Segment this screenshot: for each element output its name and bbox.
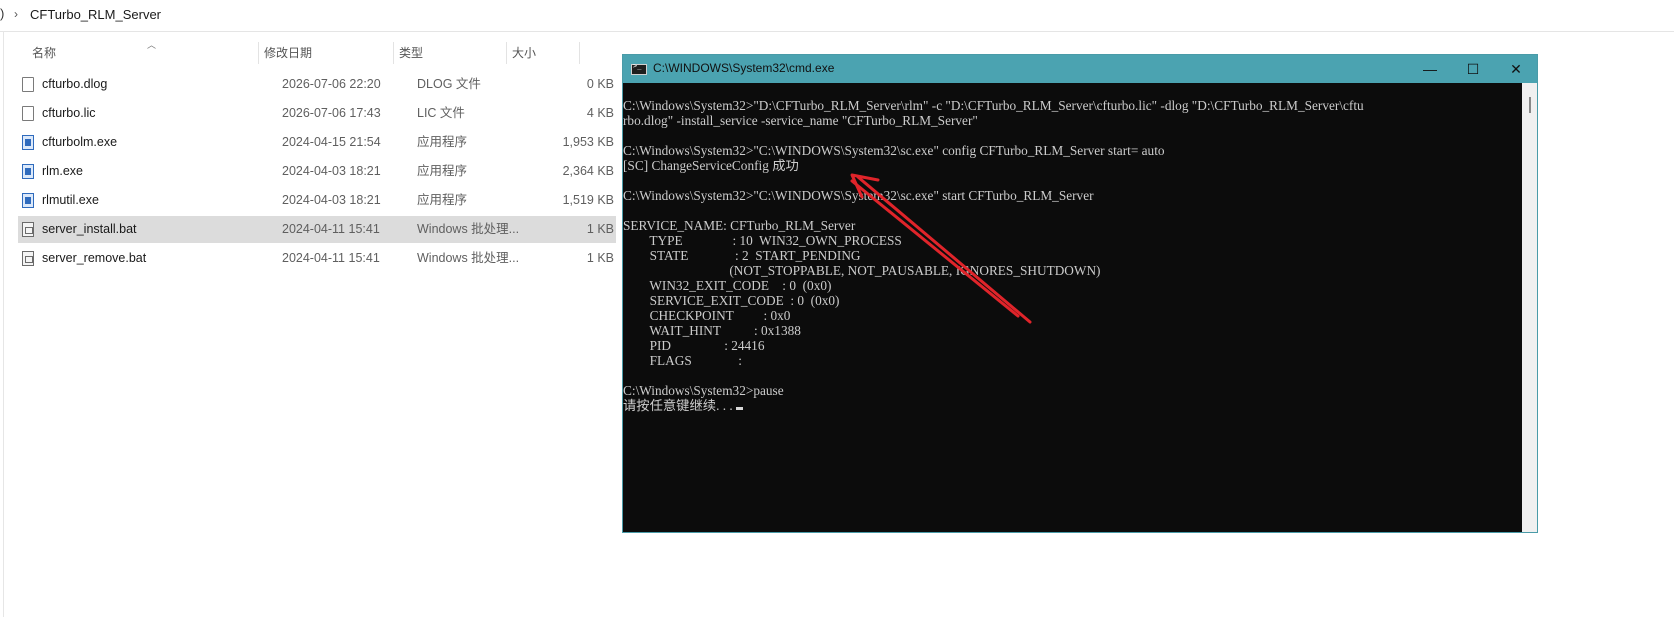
cmd-window-title: C:\WINDOWS\System32\cmd.exe	[653, 61, 835, 75]
file-size: 0 KB	[586, 77, 614, 91]
batch-icon	[22, 222, 34, 237]
console-line: C:\Windows\System32>pause	[623, 383, 784, 398]
minimize-icon[interactable]: —	[1415, 57, 1445, 81]
column-divider[interactable]	[579, 42, 580, 64]
file-name: cfturbo.lic	[42, 106, 96, 120]
console-line: PID : 24416	[623, 338, 765, 353]
console-output[interactable]: C:\Windows\System32>"D:\CFTurbo_RLM_Serv…	[623, 83, 1521, 532]
text-cursor	[735, 407, 743, 410]
file-row-selected[interactable]: server_install.bat 2024-04-11 15:41 Wind…	[18, 216, 616, 243]
cmd-window[interactable]: C:\WINDOWS\System32\cmd.exe — ☐ ✕ C:\Win…	[622, 54, 1538, 533]
breadcrumb-separator-icon: ›	[14, 7, 18, 21]
address-bar[interactable]: ) › CFTurbo_RLM_Server	[0, 0, 1674, 32]
file-name: server_remove.bat	[42, 251, 147, 265]
file-row[interactable]: cfturbolm.exe 2024-04-15 21:54 应用程序 1,95…	[18, 129, 616, 156]
document-icon	[22, 77, 34, 92]
file-type: DLOG 文件	[417, 77, 481, 91]
console-line: WIN32_EXIT_CODE : 0 (0x0)	[623, 278, 832, 293]
file-modified: 2024-04-03 18:21	[282, 193, 381, 207]
column-header-modified[interactable]: 修改日期	[264, 40, 392, 66]
close-icon[interactable]: ✕	[1501, 57, 1531, 81]
document-icon	[22, 106, 34, 121]
file-type: 应用程序	[417, 135, 468, 149]
file-modified: 2024-04-11 15:41	[282, 222, 380, 236]
file-size: 1,953 KB	[562, 135, 614, 149]
scrollbar[interactable]	[1522, 83, 1537, 532]
console-icon	[631, 62, 647, 75]
column-divider[interactable]	[393, 42, 394, 64]
column-header-name[interactable]: 名称	[32, 40, 257, 66]
file-modified: 2026-07-06 17:43	[282, 106, 381, 120]
console-line: C:\Windows\System32>"C:\WINDOWS\System32…	[623, 143, 1165, 158]
console-line: C:\Windows\System32>"D:\CFTurbo_RLM_Serv…	[623, 98, 1364, 113]
cmd-title-bar[interactable]: C:\WINDOWS\System32\cmd.exe — ☐ ✕	[623, 55, 1537, 83]
pane-divider	[3, 31, 4, 617]
console-line: 请按任意键继续. . .	[623, 398, 743, 413]
maximize-icon[interactable]: ☐	[1458, 57, 1488, 81]
file-modified: 2024-04-15 21:54	[282, 135, 381, 149]
column-divider[interactable]	[506, 42, 507, 64]
batch-icon	[22, 251, 34, 266]
file-name: rlmutil.exe	[42, 193, 99, 207]
console-line: (NOT_STOPPABLE, NOT_PAUSABLE, IGNORES_SH…	[623, 263, 1101, 278]
column-divider[interactable]	[258, 42, 259, 64]
file-name: cfturbolm.exe	[42, 135, 118, 149]
file-size: 1,519 KB	[562, 193, 614, 207]
file-modified: 2024-04-11 15:41	[282, 251, 380, 265]
exe-icon	[22, 164, 34, 179]
file-modified: 2026-07-06 22:20	[282, 77, 381, 91]
file-type: Windows 批处理...	[417, 251, 520, 265]
console-line: SERVICE_NAME: CFTurbo_RLM_Server	[623, 218, 856, 233]
file-name: rlm.exe	[42, 164, 83, 178]
console-line: WAIT_HINT : 0x1388	[623, 323, 801, 338]
file-type: 应用程序	[417, 164, 468, 178]
breadcrumb-edge: )	[0, 6, 5, 21]
file-name: cfturbo.dlog	[42, 77, 108, 91]
file-type: 应用程序	[417, 193, 468, 207]
column-header-type[interactable]: 类型	[399, 40, 504, 66]
file-row[interactable]: cfturbo.lic 2026-07-06 17:43 LIC 文件 4 KB	[18, 100, 616, 127]
file-modified: 2024-04-03 18:21	[282, 164, 381, 178]
file-type: Windows 批处理...	[417, 222, 520, 236]
console-line: TYPE : 10 WIN32_OWN_PROCESS	[623, 233, 902, 248]
breadcrumb-current-folder[interactable]: CFTurbo_RLM_Server	[30, 7, 161, 22]
console-line: [SC] ChangeServiceConfig 成功	[623, 158, 799, 173]
console-line: FLAGS :	[623, 353, 742, 368]
file-row[interactable]: rlmutil.exe 2024-04-03 18:21 应用程序 1,519 …	[18, 187, 616, 214]
exe-icon	[22, 135, 34, 150]
file-type: LIC 文件	[417, 106, 465, 120]
file-size: 1 KB	[586, 251, 614, 265]
console-line: STATE : 2 START_PENDING	[623, 248, 861, 263]
file-size: 1 KB	[586, 222, 614, 236]
file-size: 4 KB	[586, 106, 614, 120]
file-row[interactable]: rlm.exe 2024-04-03 18:21 应用程序 2,364 KB	[18, 158, 616, 185]
console-line: CHECKPOINT : 0x0	[623, 308, 791, 323]
exe-icon	[22, 193, 34, 208]
console-line: C:\Windows\System32>"C:\WINDOWS\System32…	[623, 188, 1094, 203]
column-header-size[interactable]: 大小	[512, 40, 572, 66]
console-line: rbo.dlog" -install_service -service_name…	[623, 113, 978, 128]
file-row[interactable]: cfturbo.dlog 2026-07-06 22:20 DLOG 文件 0 …	[18, 71, 616, 98]
file-row[interactable]: server_remove.bat 2024-04-11 15:41 Windo…	[18, 245, 616, 272]
scrollbar-thumb[interactable]	[1529, 97, 1531, 113]
file-name: server_install.bat	[42, 222, 137, 236]
file-size: 2,364 KB	[562, 164, 614, 178]
console-line: SERVICE_EXIT_CODE : 0 (0x0)	[623, 293, 840, 308]
